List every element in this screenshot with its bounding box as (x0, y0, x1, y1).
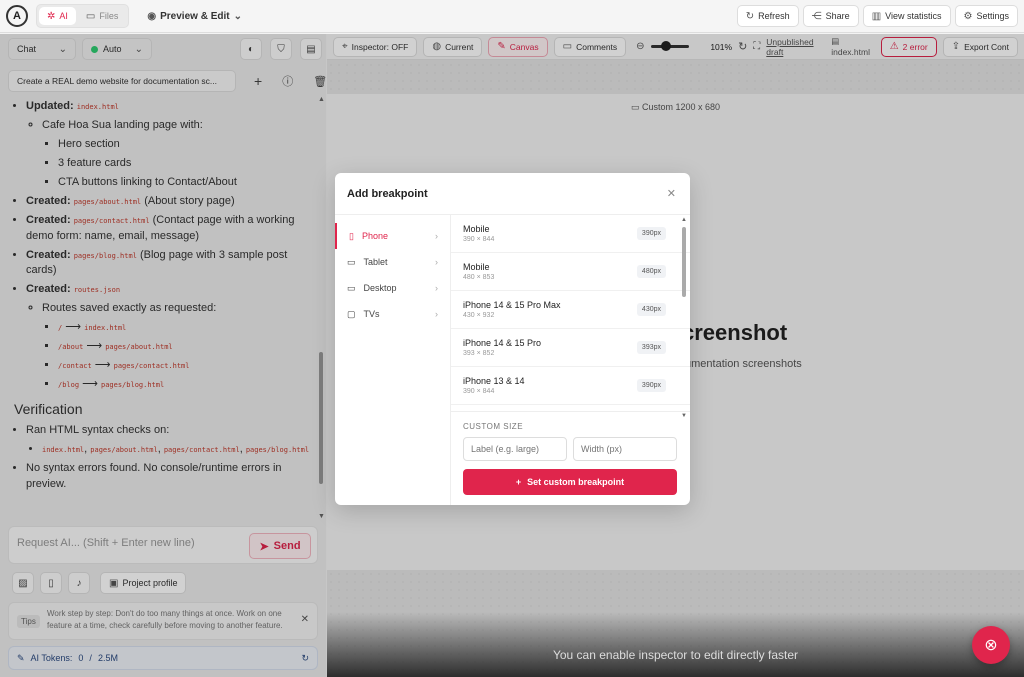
custom-size-heading: CUSTOM SIZE (463, 422, 524, 431)
chevron-right-icon: › (435, 309, 438, 319)
hint-bar: You can enable inspector to edit directl… (327, 612, 1024, 677)
device-width-badge: 390px (636, 227, 666, 240)
logo-letter: A (13, 10, 21, 22)
share-button[interactable]: ⋲ Share (802, 5, 859, 27)
modal-title: Add breakpoint (347, 187, 428, 200)
device-width-badge: 480px (636, 265, 666, 278)
category-label: Tablet (363, 257, 388, 267)
refresh-icon: ↻ (745, 10, 755, 22)
device-name: iPhone 14 & 15 Pro Max (463, 300, 561, 310)
tab-files-label: Files (99, 11, 119, 21)
modal-header: Add breakpoint ✕ (335, 173, 690, 215)
device-scrollbar[interactable]: ▲ ▼ (681, 217, 687, 419)
device-list: Mobile 390 × 844 390px Mobile 480 × 853 48… (451, 215, 690, 411)
device-item[interactable]: iPhone 14 & 15 Pro Max 430 × 932 430px (451, 291, 690, 329)
inspector-hint: You can enable inspector to edit directl… (552, 648, 799, 662)
scroll-thumb[interactable] (682, 227, 686, 297)
settings-label: Settings (976, 11, 1009, 21)
device-width-badge: 430px (636, 303, 666, 316)
chevron-down-icon: ⌄ (233, 10, 242, 22)
device-size: 390 × 844 (463, 236, 495, 243)
device-width-badge: 390px (636, 379, 666, 392)
tv-icon: ▢ (347, 308, 356, 319)
scroll-up-icon[interactable]: ▲ (681, 217, 687, 223)
chevron-right-icon: › (435, 257, 438, 267)
phone-icon: ▯ (349, 230, 354, 241)
category-tvs[interactable]: ▢ TVs › (335, 301, 450, 327)
chevron-right-icon: › (435, 283, 438, 293)
folder-icon: ▭ (85, 10, 96, 22)
view-statistics-label: View statistics (885, 11, 942, 21)
category-desktop[interactable]: ▭ Desktop › (335, 275, 450, 301)
eye-icon: ◉ (147, 10, 157, 22)
lifebuoy-icon: ⊗ (984, 637, 998, 654)
settings-button[interactable]: ⚙ Settings (954, 5, 1018, 27)
device-name: Mobile (463, 224, 490, 234)
refresh-label: Refresh (758, 11, 790, 21)
set-custom-breakpoint-button[interactable]: + Set custom breakpoint (463, 469, 677, 495)
category-label: Phone (361, 231, 388, 241)
category-label: Desktop (363, 283, 397, 293)
mode-select[interactable]: ◉ Preview & Edit ⌄ (139, 5, 250, 27)
set-custom-breakpoint-label: Set custom breakpoint (527, 477, 625, 487)
share-label: Share (825, 11, 850, 21)
tab-ai-label: AI (59, 11, 68, 21)
support-button[interactable]: ⊗ (972, 626, 1010, 664)
label-input[interactable] (463, 437, 567, 461)
device-item[interactable]: iPhone 14 & 15 Pro 393 × 852 393px (451, 329, 690, 367)
app-logo[interactable]: A (6, 5, 28, 27)
device-item[interactable]: iPhone 13 & 14 390 × 844 390px (451, 367, 690, 405)
device-name: iPhone 13 & 14 (463, 376, 525, 386)
device-item[interactable]: Mobile 480 × 853 480px (451, 253, 690, 291)
tablet-icon: ▭ (347, 256, 356, 267)
category-tablet[interactable]: ▭ Tablet › (335, 249, 450, 275)
close-icon[interactable]: ✕ (667, 187, 676, 200)
ai-files-switch: ✲ AI ▭ Files (36, 4, 130, 28)
plus-icon: + (515, 477, 522, 487)
top-bar: A ✲ AI ▭ Files ◉ Preview & Edit ⌄ ↻ Refre… (0, 0, 1024, 33)
add-breakpoint-modal: Add breakpoint ✕ ▯ Phone › ▭ Tablet › ▭ … (335, 173, 690, 505)
refresh-button[interactable]: ↻ Refresh (736, 5, 799, 27)
device-size: 430 × 932 (463, 312, 495, 319)
sparkle-icon: ✲ (47, 10, 56, 22)
category-label: TVs (363, 309, 380, 319)
tab-files[interactable]: ▭ Files (78, 7, 126, 25)
mode-label: Preview & Edit (160, 10, 230, 22)
width-input[interactable] (573, 437, 677, 461)
category-list: ▯ Phone › ▭ Tablet › ▭ Desktop › ▢ TVs › (335, 215, 451, 505)
device-name: Mobile (463, 262, 490, 272)
custom-size-inputs (463, 437, 678, 461)
custom-size-section: CUSTOM SIZE + Set custom breakpoint (451, 411, 690, 505)
device-width-badge: 393px (636, 341, 666, 354)
share-icon: ⋲ (811, 10, 822, 22)
category-phone[interactable]: ▯ Phone › (335, 223, 450, 249)
device-size: 393 × 852 (463, 350, 495, 357)
desktop-icon: ▭ (347, 282, 356, 293)
chevron-right-icon: › (435, 231, 438, 241)
device-size: 390 × 844 (463, 388, 495, 395)
chart-icon: ▥ (871, 10, 882, 22)
tab-ai[interactable]: ✲ AI (39, 7, 76, 25)
gear-icon: ⚙ (963, 10, 973, 22)
device-size: 480 × 853 (463, 274, 495, 281)
device-item[interactable]: Mobile 390 × 844 390px (451, 215, 690, 253)
view-statistics-button[interactable]: ▥ View statistics (862, 5, 951, 27)
device-name: iPhone 14 & 15 Pro (463, 338, 542, 348)
